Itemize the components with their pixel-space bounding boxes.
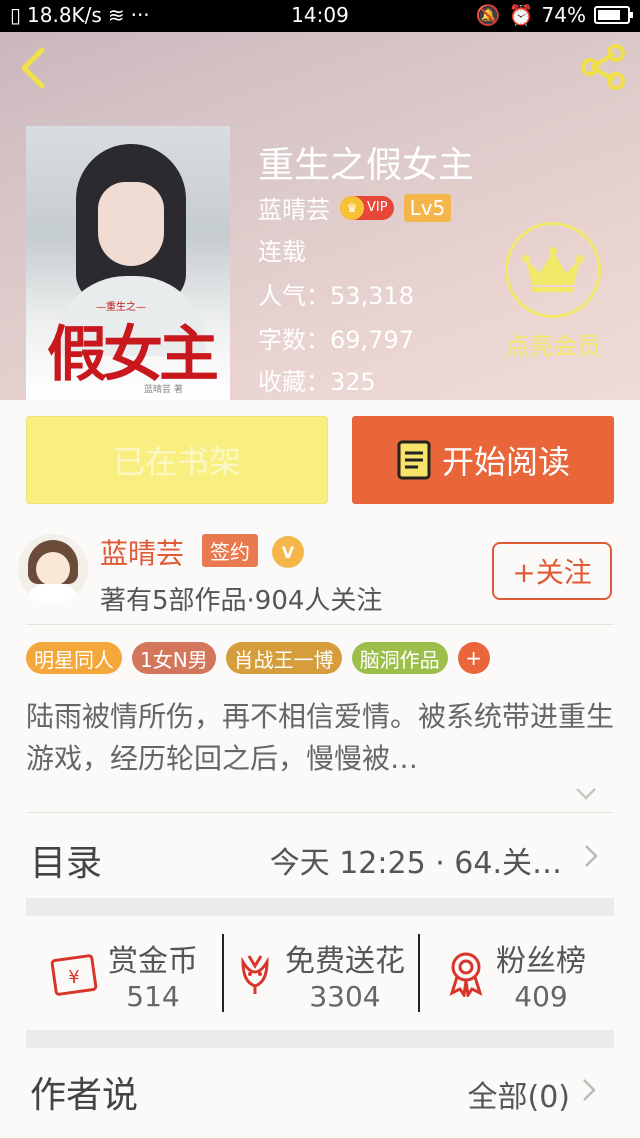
author-name[interactable]: 蓝晴芸 bbox=[100, 532, 184, 572]
reward-coins[interactable]: ¥ 赏金币 514 bbox=[26, 918, 222, 1030]
crown-icon bbox=[505, 222, 601, 318]
favorites: 收藏：325 bbox=[258, 368, 376, 396]
book-icon bbox=[397, 440, 431, 480]
back-icon[interactable] bbox=[14, 44, 54, 92]
tag-item[interactable]: 明星同人 bbox=[26, 642, 122, 674]
section-separator bbox=[26, 898, 614, 916]
author-says-row[interactable]: 作者说 全部(0) bbox=[0, 1046, 640, 1138]
book-cover[interactable]: —重生之— 假女主 蓝晴芸 著 bbox=[26, 126, 230, 400]
author-meta: 著有5部作品·904人关注 bbox=[100, 586, 383, 616]
fan-ranking[interactable]: 粉丝榜 409 bbox=[418, 918, 614, 1030]
catalog-row[interactable]: 目录 今天 12:25 · 64.关… bbox=[0, 812, 640, 900]
word-count: 字数：69,797 bbox=[258, 326, 414, 354]
chevron-right-icon bbox=[585, 845, 598, 867]
flower-icon bbox=[241, 955, 269, 994]
author-card[interactable]: 蓝晴芸 签约 V 著有5部作品·904人关注 +关注 bbox=[0, 528, 640, 624]
divider bbox=[26, 624, 614, 625]
author-says-all: 全部(0) bbox=[467, 1080, 571, 1115]
crown-icon: ♛ bbox=[340, 195, 364, 220]
synopsis[interactable]: 陆雨被情所伤，再不相信爱情。被系统带进重生游戏，经历轮回之后，慢慢被… bbox=[26, 696, 614, 780]
book-author[interactable]: 蓝晴芸 bbox=[258, 190, 330, 225]
book-title: 重生之假女主 bbox=[258, 145, 475, 186]
tag-item[interactable]: 脑洞作品 bbox=[351, 642, 448, 674]
cover-title-art: 假女主 bbox=[47, 320, 219, 390]
chevron-right-icon bbox=[583, 1079, 596, 1101]
stats-row: ¥ 赏金币 514 免费送花 3304 粉丝榜 409 bbox=[26, 918, 614, 1030]
red-envelope-icon: ¥ bbox=[50, 954, 98, 996]
more-tags-button[interactable]: + bbox=[457, 642, 490, 674]
tag-list: 明星同人 1女N男 肖战王一博 脑洞作品 + bbox=[26, 642, 490, 674]
popularity: 人气：53,318 bbox=[258, 282, 414, 310]
svg-text:¥: ¥ bbox=[68, 967, 79, 988]
avatar[interactable] bbox=[18, 534, 88, 604]
battery-icon bbox=[594, 6, 633, 24]
serial-status: 连载 bbox=[258, 238, 306, 266]
catalog-title: 目录 bbox=[30, 843, 103, 884]
chevron-down-icon[interactable] bbox=[574, 784, 598, 804]
tag-item[interactable]: 肖战王一博 bbox=[225, 642, 342, 674]
share-icon[interactable] bbox=[578, 42, 628, 92]
tag-item[interactable]: 1女N男 bbox=[132, 642, 216, 674]
vip-badge: ♛ VIP bbox=[340, 195, 394, 220]
cover-author: 蓝晴芸 著 bbox=[144, 385, 183, 395]
mute-icon: 🔕 bbox=[475, 3, 501, 27]
alarm-icon: ⏰ bbox=[508, 3, 534, 27]
signed-badge: 签约 bbox=[202, 534, 258, 567]
follow-button[interactable]: +关注 bbox=[492, 542, 612, 600]
author-says-title: 作者说 bbox=[30, 1075, 139, 1116]
free-flowers[interactable]: 免费送花 3304 bbox=[222, 918, 418, 1030]
member-label: 点亮会员 bbox=[505, 332, 601, 360]
verified-icon: V bbox=[272, 536, 304, 568]
member-button[interactable]: 点亮会员 bbox=[498, 222, 608, 361]
start-reading-button[interactable]: 开始阅读 bbox=[352, 416, 614, 504]
on-shelf-button[interactable]: 已在书架 bbox=[26, 416, 328, 504]
book-header: —重生之— 假女主 蓝晴芸 著 重生之假女主 蓝晴芸 ♛ VIP Lv5 连载 … bbox=[0, 32, 640, 400]
battery-percent: 74% bbox=[541, 3, 586, 27]
latest-chapter: 今天 12:25 · 64.关… bbox=[269, 846, 562, 881]
level-badge: Lv5 bbox=[403, 193, 452, 222]
rank-medal-icon bbox=[449, 952, 483, 997]
status-bar: ▯ 18.8K/s ≋ ··· 14:09 🔕 ⏰ 74% bbox=[0, 0, 640, 32]
